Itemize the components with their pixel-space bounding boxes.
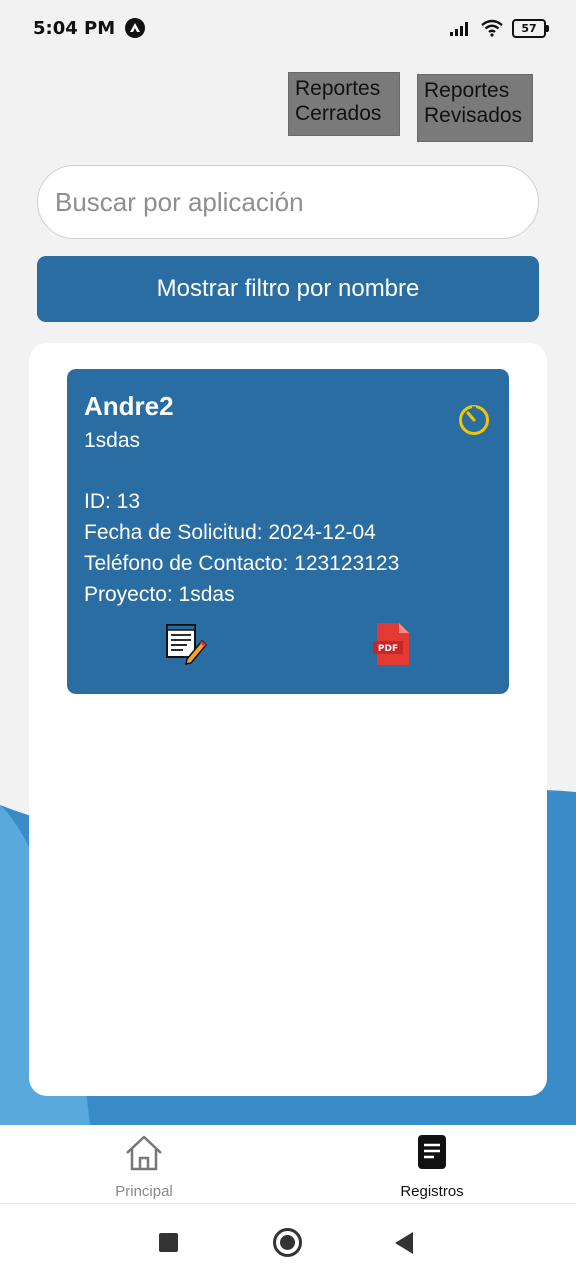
home-icon [126, 1135, 162, 1171]
svg-text:PDF: PDF [378, 644, 398, 654]
pdf-file-icon[interactable]: PDF [373, 623, 411, 665]
edit-document-icon[interactable] [165, 623, 207, 665]
report-card[interactable]: Andre2 1sdas ID: 13 Fecha de Solicitud: … [67, 369, 509, 694]
recent-apps-button[interactable] [159, 1233, 178, 1252]
status-bar: 5:04 PM 57 [0, 0, 576, 56]
reportes-revisados-line2: Revisados [424, 104, 523, 127]
bottom-navigation: Principal Registros [0, 1125, 576, 1204]
back-button[interactable] [395, 1232, 413, 1254]
timer-icon [459, 405, 489, 435]
signal-icon [450, 22, 468, 36]
reportes-cerrados-line2: Cerrados [295, 102, 382, 125]
notification-icon [125, 18, 146, 38]
reportes-revisados-line1: Reportes [424, 79, 510, 102]
card-id: ID: 13 [84, 490, 141, 513]
nav-principal-label: Principal [115, 1183, 173, 1200]
card-telefono: Teléfono de Contacto: 123123123 [84, 552, 400, 575]
nav-registros-label: Registros [400, 1183, 464, 1200]
status-right: 57 [450, 18, 549, 38]
status-time: 5:04 PM [33, 17, 116, 39]
battery-icon: 57 [512, 18, 549, 38]
reportes-revisados-button[interactable]: Reportes Revisados [417, 74, 533, 142]
show-name-filter-label: Mostrar filtro por nombre [156, 275, 420, 302]
card-name: Andre2 [84, 391, 174, 421]
card-subtitle: 1sdas [84, 429, 141, 452]
reportes-cerrados-button[interactable]: Reportes Cerrados [288, 72, 400, 136]
search-input[interactable]: Buscar por aplicación [37, 165, 539, 239]
system-navigation-bar [0, 1204, 576, 1280]
document-icon [418, 1135, 446, 1169]
card-fecha: Fecha de Solicitud: 2024-12-04 [84, 521, 376, 544]
reportes-cerrados-line1: Reportes [295, 77, 381, 100]
search-placeholder: Buscar por aplicación [55, 186, 304, 217]
show-name-filter-button[interactable]: Mostrar filtro por nombre [37, 256, 539, 322]
nav-registros[interactable]: Registros [362, 1125, 502, 1203]
card-proyecto: Proyecto: 1sdas [84, 583, 235, 606]
nav-principal[interactable]: Principal [74, 1125, 214, 1203]
status-left: 5:04 PM [33, 17, 146, 39]
wifi-icon [481, 19, 503, 37]
home-button[interactable] [273, 1228, 302, 1257]
